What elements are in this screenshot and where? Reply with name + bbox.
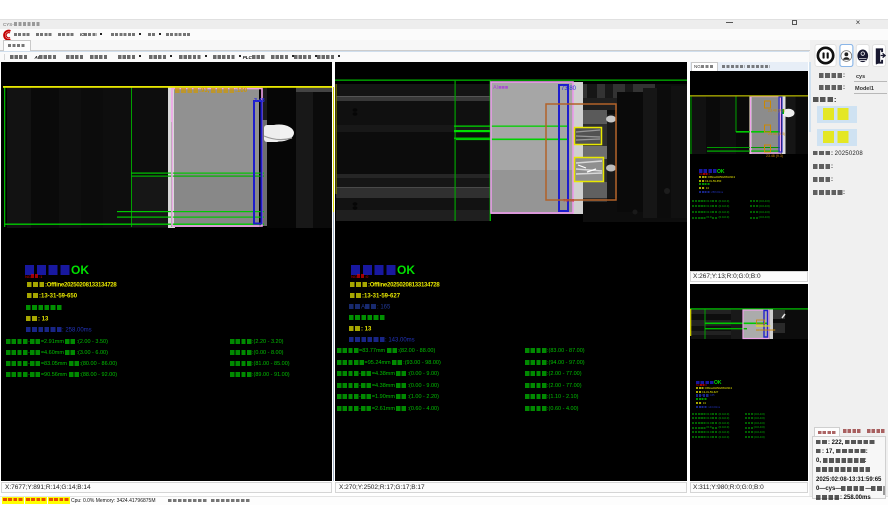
svg-text:23.48 (9.3): 23.48 (9.3) <box>768 109 785 113</box>
svg-text:23.48 (9.3): 23.48 (9.3) <box>766 154 783 158</box>
svg-text:AI■■■: AI■■■ <box>493 85 508 91</box>
svg-text:75.36: 75.36 <box>563 198 575 203</box>
svg-text:▬▬▬▬▬▬: ▬▬▬▬▬▬ <box>756 328 776 332</box>
svg-text:23.48 (9.3): 23.48 (9.3) <box>768 132 785 136</box>
svg-text:73.80: 73.80 <box>561 86 577 92</box>
